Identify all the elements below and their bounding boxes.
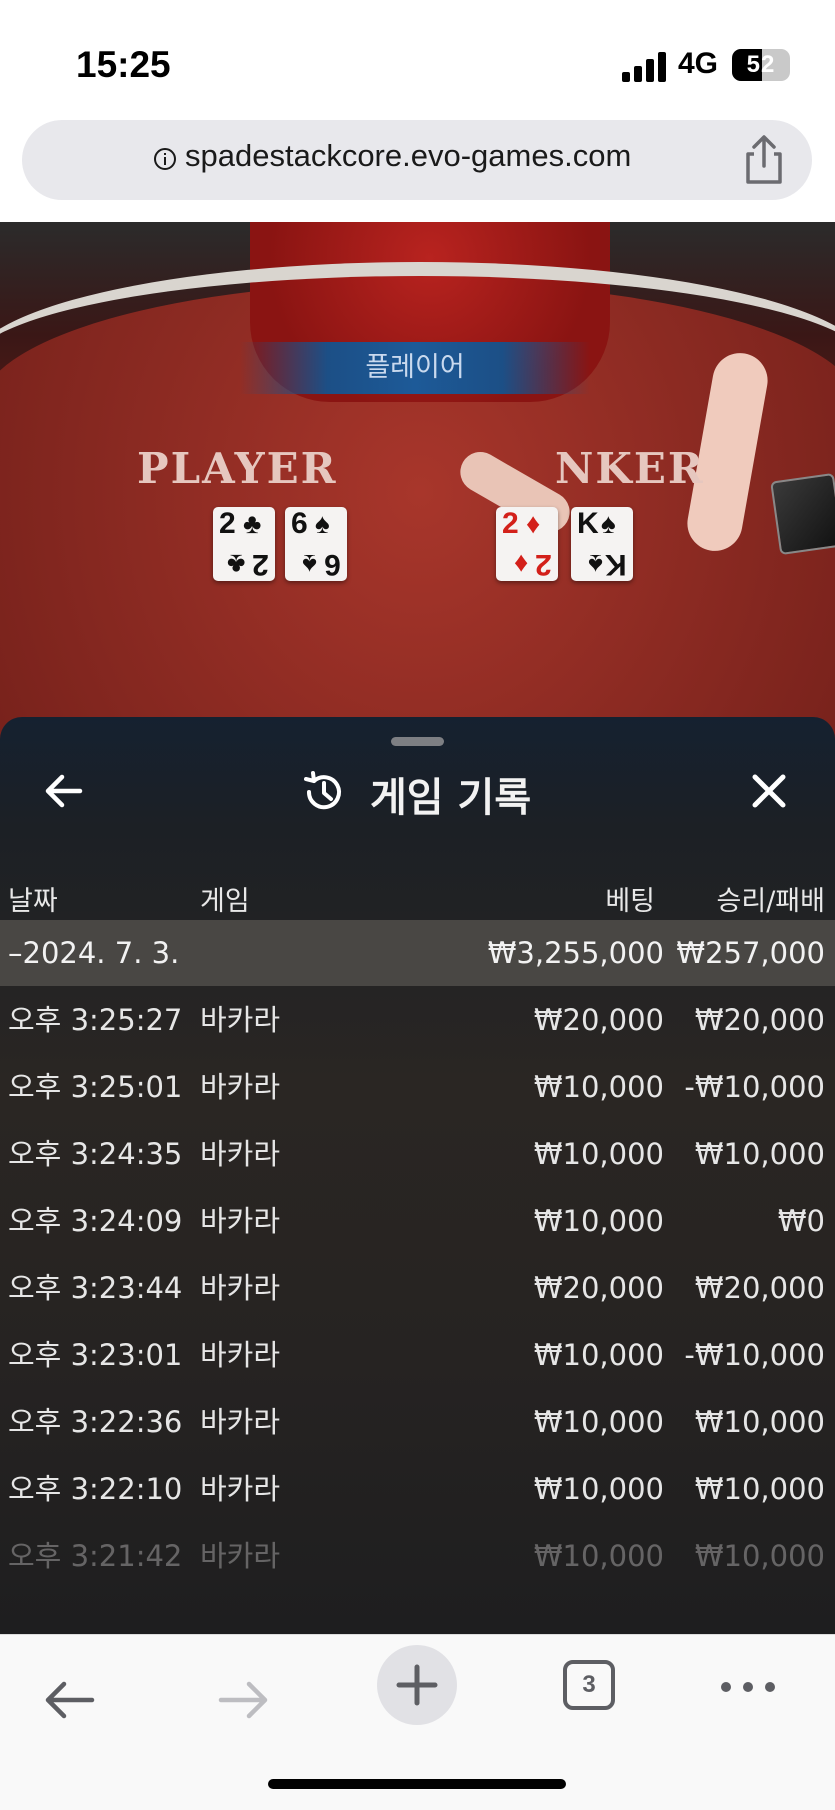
row-result: -₩10,000 [684,1338,825,1372]
row-bet: ₩20,000 [533,1003,664,1037]
game-video: 플레이어 PLAYER NKER 2 ♣ 2 ♣ 6 ♠ 6 ♠ 2 ♦ 2 ♦ K ♠ K ♠… [0,222,835,1634]
game-history-panel: 게임 기록 날짜 게임 베팅 승리/패배 –2024. 7. 3. ₩3,255… [0,717,835,1634]
date-group-row[interactable]: –2024. 7. 3. ₩3,255,000 ₩257,000 [0,920,835,986]
banker-card-2: K ♠ K ♠ [571,507,633,581]
row-bet: ₩10,000 [533,1405,664,1439]
player-card-2: 6 ♠ 6 ♠ [285,507,347,581]
result-banner: 플레이어 [240,342,590,394]
row-game: 바카라 [200,1472,281,1506]
table-row[interactable]: 오후 3:24:09 바카라 ₩10,000 ₩0 [0,1188,835,1255]
player-card-1: 2 ♣ 2 ♣ [213,507,275,581]
table-row[interactable]: 오후 3:25:27 바카라 ₩20,000 ₩20,000 [0,987,835,1054]
row-game: 바카라 [200,1539,281,1573]
banker-label: NKER [555,444,705,493]
row-bet: ₩20,000 [533,1271,664,1305]
row-result: ₩10,000 [694,1472,825,1506]
row-time: 오후 3:24:35 [8,1137,183,1171]
address-bar[interactable]: spadestackcore.evo-games.com [22,120,812,200]
row-bet: ₩10,000 [533,1539,664,1573]
row-time: 오후 3:25:27 [8,1003,183,1037]
home-indicator[interactable] [268,1779,566,1789]
history-rows: 오후 3:25:27 바카라 ₩20,000 ₩20,000 오후 3:25:0… [0,987,835,1590]
table-row[interactable]: 오후 3:23:44 바카라 ₩20,000 ₩20,000 [0,1255,835,1322]
close-icon[interactable] [745,767,793,815]
row-game: 바카라 [200,1405,281,1439]
row-result: -₩10,000 [684,1070,825,1104]
row-time: 오후 3:22:36 [8,1405,183,1439]
row-time: 오후 3:23:01 [8,1338,183,1372]
banker-card-1: 2 ♦ 2 ♦ [496,507,558,581]
tabs-button[interactable]: 3 [563,1660,615,1710]
date-group-result-total: ₩257,000 [676,936,825,970]
row-time: 오후 3:24:09 [8,1204,183,1238]
drag-handle[interactable] [391,737,444,746]
row-result: ₩20,000 [694,1271,825,1305]
table-row[interactable]: 오후 3:22:36 바카라 ₩10,000 ₩10,000 [0,1389,835,1456]
history-icon [304,771,341,810]
row-time: 오후 3:21:42 [8,1539,183,1573]
status-bar: 15:25 4G 52 [0,0,835,115]
url-text[interactable]: spadestackcore.evo-games.com [185,138,631,174]
new-tab-button[interactable] [377,1645,457,1725]
panel-title: 게임 기록 [370,775,532,821]
row-time: 오후 3:22:10 [8,1472,183,1506]
table-row[interactable]: 오후 3:22:10 바카라 ₩10,000 ₩10,000 [0,1456,835,1523]
row-time: 오후 3:23:44 [8,1271,183,1305]
row-game: 바카라 [200,1204,281,1238]
more-icon[interactable] [720,1681,776,1693]
battery-level: 52 [746,51,776,78]
status-time: 15:25 [76,44,171,85]
arrow-right-icon[interactable] [213,1675,273,1725]
share-icon[interactable] [740,134,788,186]
row-bet: ₩10,000 [533,1137,664,1171]
date-group-bet-total: ₩3,255,000 [487,936,664,970]
table-row[interactable]: 오후 3:24:35 바카라 ₩10,000 ₩10,000 [0,1121,835,1188]
row-result: ₩0 [777,1204,825,1238]
row-game: 바카라 [200,1003,281,1037]
row-game: 바카라 [200,1271,281,1305]
info-icon[interactable] [153,147,177,171]
row-game: 바카라 [200,1070,281,1104]
row-result: ₩10,000 [694,1137,825,1171]
plus-icon [396,1664,438,1706]
row-time: 오후 3:25:01 [8,1070,183,1104]
row-bet: ₩10,000 [533,1204,664,1238]
date-group-label: –2024. 7. 3. [8,936,180,970]
battery-icon: 52 [732,49,790,81]
row-game: 바카라 [200,1338,281,1372]
row-bet: ₩10,000 [533,1472,664,1506]
signal-icon [622,52,668,82]
row-game: 바카라 [200,1137,281,1171]
arrow-left-icon[interactable] [40,767,88,815]
player-label: PLAYER [137,444,338,493]
row-result: ₩10,000 [694,1539,825,1573]
row-result: ₩20,000 [694,1003,825,1037]
table-row[interactable]: 오후 3:23:01 바카라 ₩10,000 -₩10,000 [0,1322,835,1389]
row-bet: ₩10,000 [533,1338,664,1372]
card-shoe [770,472,835,556]
table-row[interactable]: 오후 3:21:42 바카라 ₩10,000 ₩10,000 [0,1523,835,1590]
row-result: ₩10,000 [694,1405,825,1439]
network-type: 4G [678,47,719,80]
row-bet: ₩10,000 [533,1070,664,1104]
arrow-left-icon[interactable] [40,1675,100,1725]
table-row[interactable]: 오후 3:25:01 바카라 ₩10,000 -₩10,000 [0,1054,835,1121]
